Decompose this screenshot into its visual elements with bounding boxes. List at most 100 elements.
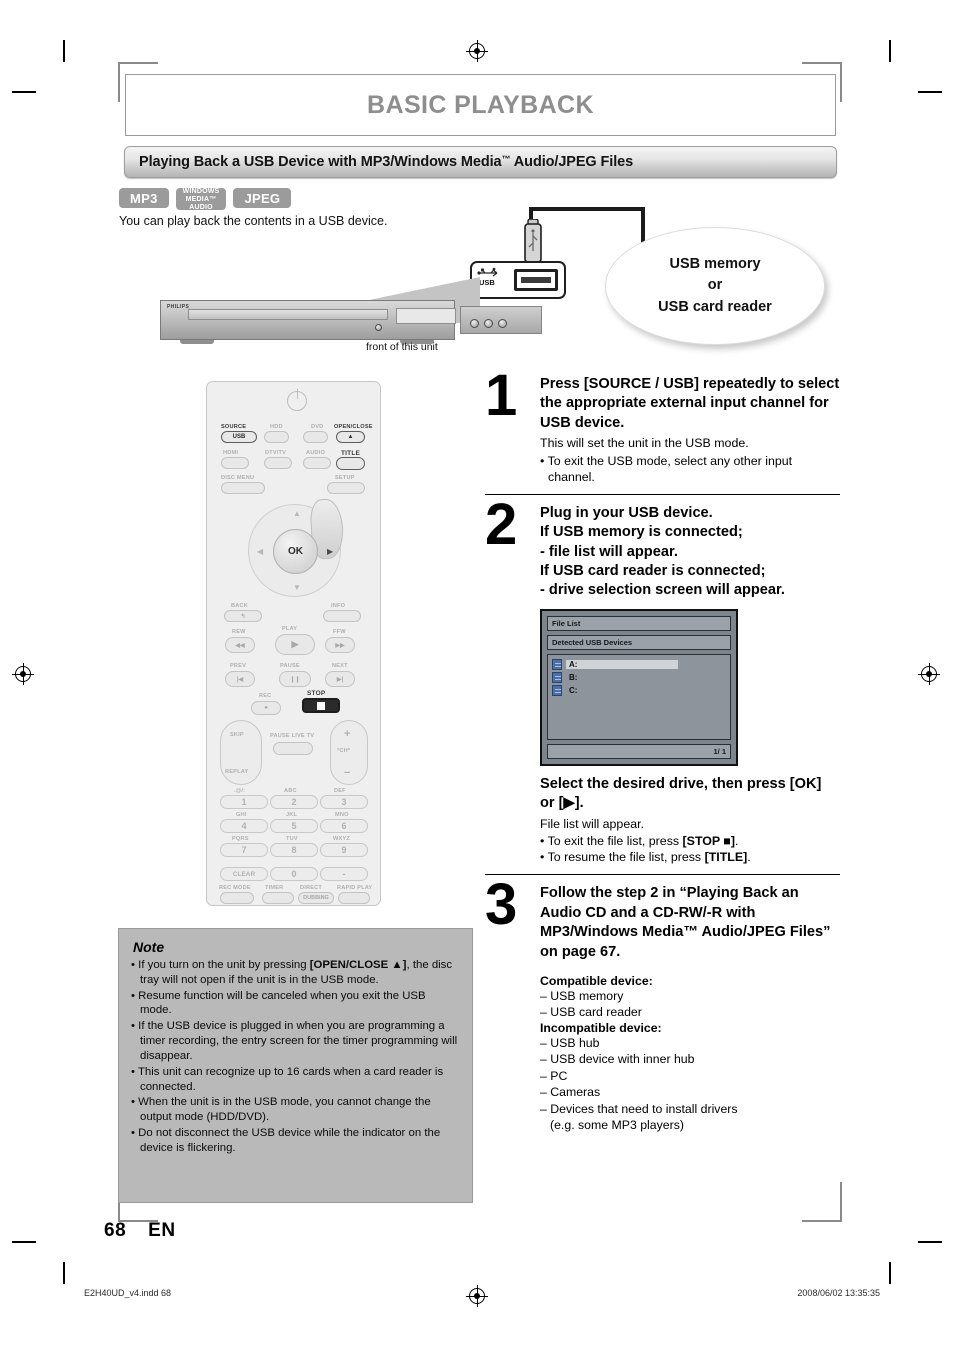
language-code: EN xyxy=(148,1220,176,1241)
remote-button-hdmi[interactable] xyxy=(221,457,249,469)
remote-key-8[interactable]: 8 xyxy=(270,843,318,857)
front-knob-3 xyxy=(498,319,507,328)
remote-button-next[interactable]: ▶| xyxy=(325,671,355,687)
remote-key-2-label: 2 xyxy=(291,797,297,807)
note-item: Do not disconnect the USB device while t… xyxy=(131,1126,460,1156)
remote-arrow-left-icon[interactable]: ◀ xyxy=(257,547,263,556)
remote-button-pause-live-tv[interactable] xyxy=(273,742,313,755)
power-icon xyxy=(287,389,307,411)
step-2-heading: Plug in your USB device. If USB memory i… xyxy=(540,504,840,601)
remote-button-rec-mode[interactable] xyxy=(220,892,254,904)
remote-key-9[interactable]: 9 xyxy=(320,843,368,857)
remote-key-0[interactable]: 0 xyxy=(270,867,318,881)
file-list-row[interactable]: B: xyxy=(552,671,726,683)
note-title: Note xyxy=(133,939,165,955)
crop-mark-bottom-right-horizontal xyxy=(918,1241,942,1243)
remote-button-rapid-play[interactable] xyxy=(338,892,370,904)
remote-label-setup: SETUP xyxy=(335,475,355,481)
remote-arrow-right-icon[interactable]: ▶ xyxy=(327,547,333,556)
section-header-bar: Playing Back a USB Device with MP3/Windo… xyxy=(124,146,837,178)
remote-button-play[interactable]: ▶ xyxy=(275,634,315,655)
remote-label-pause: PAUSE xyxy=(280,663,300,669)
brand-logo: PHILIPS xyxy=(167,304,190,310)
stop-square-icon xyxy=(317,701,325,710)
remote-keypad-sub-7: PQRS xyxy=(232,836,249,842)
crop-mark-bottom-left-vertical xyxy=(63,1262,65,1284)
remote-keypad-sub-5: JKL xyxy=(286,812,298,818)
footer-file-name: E2H40UD_v4.indd 68 xyxy=(84,1288,172,1298)
note-item: This unit can recognize up to 16 cards w… xyxy=(131,1065,460,1095)
remote-keypad-sub-4: GHI xyxy=(236,812,247,818)
remote-key-3[interactable]: 3 xyxy=(320,795,368,809)
remote-button-info[interactable] xyxy=(323,610,361,622)
remote-button-prev[interactable]: |◀ xyxy=(225,671,255,687)
remote-arrow-up-icon[interactable]: ▲ xyxy=(293,509,301,518)
file-list-row-label: C: xyxy=(569,685,578,695)
remote-button-ok[interactable]: OK xyxy=(273,529,318,574)
file-list-body: A: B: C: xyxy=(547,653,731,740)
step-2-line-4: If USB card reader is connected; xyxy=(540,563,766,580)
remote-button-open-close[interactable]: ▲ xyxy=(336,431,365,443)
remote-key-7-label: 7 xyxy=(241,845,247,855)
remote-button-direct-dubbing[interactable]: DUBBING xyxy=(298,892,334,904)
file-list-row-label: B: xyxy=(569,672,578,682)
remote-button-back[interactable]: ↰ xyxy=(224,610,262,622)
file-list-row[interactable]: A: xyxy=(552,658,726,670)
file-list-row[interactable]: C: xyxy=(552,684,726,696)
disc-tray xyxy=(188,309,388,320)
remote-button-ffw[interactable]: ▶▶ xyxy=(325,637,355,653)
remote-label-timer: TIMER xyxy=(265,885,284,891)
remote-button-source-usb[interactable]: USB xyxy=(221,431,257,443)
usb-drive-icon xyxy=(552,671,562,683)
remote-button-audio[interactable] xyxy=(303,457,331,469)
remote-label-hdd: HDD xyxy=(270,424,283,430)
remote-key-5[interactable]: 5 xyxy=(270,819,318,833)
remote-button-disc-menu[interactable] xyxy=(221,482,265,494)
remote-button-pause[interactable]: ❙❙ xyxy=(279,671,311,687)
step-3: 3 Follow the step 2 in “Playing Back an … xyxy=(485,876,840,962)
crop-mark-bottom-left-horizontal xyxy=(12,1241,36,1243)
page-frame-bottom-right xyxy=(802,1182,842,1222)
badge-mp3-label: MP3 xyxy=(130,190,158,206)
usb-drive-icon xyxy=(552,684,562,696)
step-2-line-2: If USB memory is connected; xyxy=(540,524,743,541)
remote-arrow-down-icon[interactable]: ▼ xyxy=(293,583,301,592)
remote-button-dvd[interactable] xyxy=(303,431,328,443)
footer-timestamp: 2008/06/02 13:35:35 xyxy=(797,1288,880,1298)
remote-button-hdd[interactable] xyxy=(264,431,289,443)
remote-button-rec[interactable]: ● xyxy=(251,701,281,715)
remote-skip-replay-rocker[interactable] xyxy=(220,720,262,785)
crop-mark-top-right-vertical xyxy=(889,40,891,62)
section-title: Playing Back a USB Device with MP3/Windo… xyxy=(139,154,633,170)
remote-button-dtv-tv[interactable] xyxy=(264,457,292,469)
remote-button-usb-label: USB xyxy=(232,434,246,440)
remote-key-1[interactable]: 1 xyxy=(220,795,268,809)
file-list-subtitle: Detected USB Devices xyxy=(547,634,731,650)
front-power-knob xyxy=(375,324,382,331)
remote-button-timer[interactable] xyxy=(262,892,294,904)
remote-key-6[interactable]: 6 xyxy=(320,819,368,833)
step-1-heading: Press [SOURCE / USB] repeatedly to selec… xyxy=(540,376,840,431)
step-1-number: 1 xyxy=(485,363,518,428)
device-compatibility-list: Compatible device: – USB memory – USB ca… xyxy=(540,974,840,1134)
usb-device-callout-bubble: USB memory or USB card reader xyxy=(605,227,825,345)
step-2-line-3: - file list will appear. xyxy=(540,543,678,560)
remote-key-clear[interactable]: CLEAR xyxy=(220,867,268,881)
remote-key-dash[interactable]: - xyxy=(320,867,368,881)
remote-key-7[interactable]: 7 xyxy=(220,843,268,857)
step-2-line-5: - drive selection screen will appear. xyxy=(540,582,785,599)
remote-dpad[interactable]: ▲ ▼ ◀ ▶ OK xyxy=(248,498,345,597)
remote-button-title[interactable] xyxy=(336,457,365,470)
remote-button-stop[interactable] xyxy=(302,698,340,713)
step-2-bullet: To exit the file list, press [STOP ■]. xyxy=(540,833,840,849)
badge-wma-line1: WINDOWS xyxy=(182,187,220,195)
remote-key-2[interactable]: 2 xyxy=(270,795,318,809)
remote-label-prev: PREV xyxy=(230,663,247,669)
remote-button-setup[interactable] xyxy=(327,482,365,494)
remote-key-4[interactable]: 4 xyxy=(220,819,268,833)
incompatible-item: – PC xyxy=(540,1068,568,1083)
remote-button-rew[interactable]: ◀◀ xyxy=(225,637,255,653)
remote-label-dvd: DVD xyxy=(311,424,324,430)
remote-label-ch: *CH* xyxy=(337,748,351,754)
remote-label-skip: SKIP xyxy=(230,732,244,738)
